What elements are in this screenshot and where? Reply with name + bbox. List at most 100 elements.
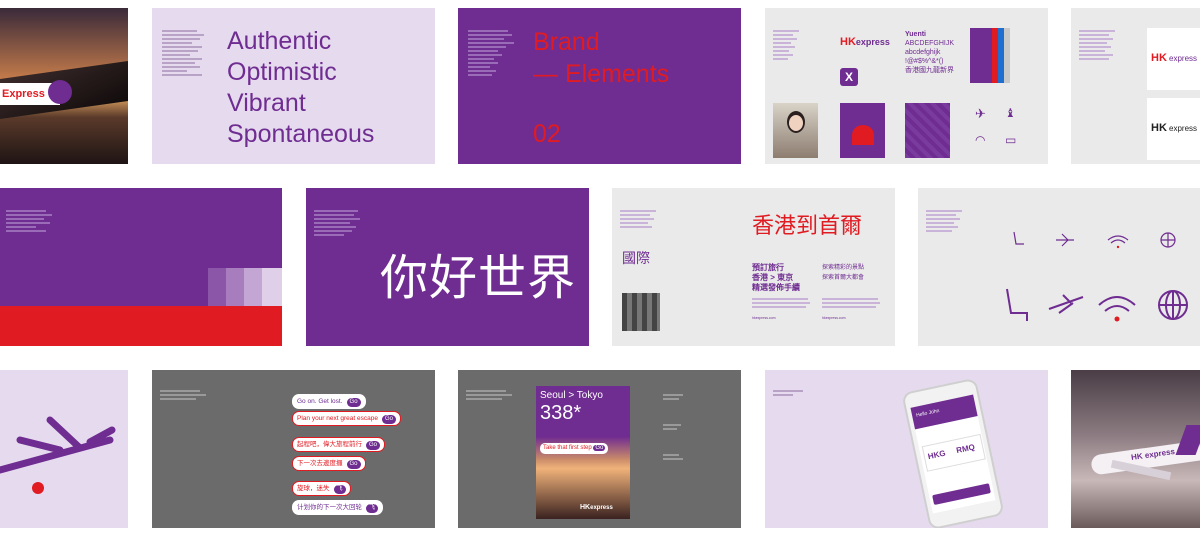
tagline-pill-3[interactable]: 起程吧，偉大旅程前行 Go	[292, 437, 386, 452]
alphabet-upper: ABCDEFGHIJK	[905, 40, 955, 47]
specimen-block-2: 探索精彩的景點 探索首爾大都會	[822, 263, 864, 283]
wifi-icon-large	[1098, 296, 1136, 322]
phone-screen: Hello John HKG RMQ	[910, 394, 996, 514]
plane-clouds-photo: HK express	[1071, 370, 1200, 528]
iconography-slide	[918, 188, 1200, 346]
bed-icon: ▭	[1005, 133, 1017, 147]
logo-slide: HK express HK express	[1071, 8, 1200, 164]
pill-4-go[interactable]: Go	[346, 460, 361, 469]
brand-overview-slide: HKexpress X Yuenti ABCDEFGHIJK abcdefghi…	[765, 8, 1048, 164]
typography-sample: Yuenti ABCDEFGHIJK abcdefghijk !@#$%^&*(…	[905, 30, 954, 75]
url-2: hkexpress.com	[822, 316, 846, 320]
red-colour-band	[0, 306, 282, 346]
logo-text	[1079, 30, 1119, 62]
specimen-headline: 香港到首爾	[752, 213, 863, 238]
palette-text	[6, 210, 56, 234]
pill-2-go[interactable]: Go	[381, 415, 396, 424]
line-3: 精選發佈手續	[752, 283, 800, 292]
tagline-pill-4[interactable]: 下一次去邊度攞 Go	[292, 456, 366, 471]
mobile-app-slide: Hello John HKG RMQ	[765, 370, 1048, 528]
toc-lines	[468, 30, 518, 78]
cjk-sample: 香港國九龍新界	[905, 67, 954, 74]
swatch-grid	[622, 293, 660, 331]
tagline-pill-2[interactable]: Plan your next great escape Go	[292, 411, 401, 426]
tagline-pill-1[interactable]: Go on. Get lost. Go	[292, 394, 366, 409]
pill-1-text: Go on. Get lost.	[297, 398, 343, 405]
pill-3-go[interactable]: Go	[366, 441, 381, 450]
overview-text	[773, 30, 803, 62]
alphabet-lower: abcdefghijk	[905, 49, 941, 56]
font-name: Yuenti	[905, 31, 927, 38]
icon-set-large	[1006, 288, 1188, 322]
tint-swatch-1	[208, 268, 226, 306]
body-text-lines	[162, 30, 207, 78]
plane-icon-small	[1056, 233, 1074, 247]
phone-mockup: Hello John HKG RMQ	[901, 377, 1005, 528]
tagline-text	[160, 390, 210, 402]
illustration-tile	[840, 103, 885, 158]
logo-express: express	[1169, 54, 1198, 63]
url-1: hkexpress.com	[752, 316, 776, 320]
logo-hk: HK	[840, 36, 856, 48]
chinese-typography-slide: 你好世界	[306, 188, 589, 346]
specimen-para-2	[822, 298, 882, 310]
plane-icon-large	[1048, 294, 1084, 314]
tagline-pill-5[interactable]: 旋球，迷失飞	[292, 481, 351, 496]
pill-4-text: 下一次去邊度攞	[297, 460, 343, 467]
to-airport: RMQ	[955, 442, 976, 456]
line-1: 預訂旅行	[752, 263, 784, 272]
poster-logo-express: express	[590, 505, 613, 511]
seat-icon-small	[1013, 231, 1024, 245]
specimen-text	[620, 210, 660, 230]
poster-slide: Seoul > Tokyo 338* Take that first step …	[458, 370, 741, 528]
poster-price: 338*	[540, 402, 582, 424]
plane-tail	[1175, 425, 1200, 455]
value-vibrant: Vibrant	[227, 89, 306, 117]
tint-swatch-2	[226, 268, 244, 306]
pill-6-text: 计划你的下一次大回轮	[297, 504, 362, 511]
brand-elements-slide: Brand — Elements 02	[458, 8, 741, 164]
poster-text	[466, 390, 516, 402]
pill-2-text: Plan your next great escape	[297, 415, 378, 422]
action-bar[interactable]	[932, 483, 991, 506]
seat-icon: ♝	[1005, 106, 1016, 120]
seat-icon-large	[1006, 288, 1028, 321]
wifi-icon-small	[1107, 235, 1129, 249]
typography-text	[314, 210, 364, 238]
pill-5-text: 旋球，迷失	[297, 485, 330, 492]
poster-logo: HKexpress	[580, 504, 613, 511]
title-line1: Brand	[533, 28, 600, 56]
poster: Seoul > Tokyo 338* Take that first step …	[536, 386, 630, 519]
brand-values-slide: Authentic Optimistic Vibrant Spontaneous	[152, 8, 435, 164]
specimen-block-1: 預訂旅行 香港 > 東京 精選發佈手續	[752, 263, 800, 293]
colour-palette-slide	[0, 188, 282, 346]
logo-panel-bottom: HK express	[1147, 98, 1200, 160]
flight-card[interactable]: HKG RMQ	[921, 433, 986, 472]
logo-panel-top: HK express	[1147, 28, 1200, 90]
pill-6-go[interactable]: 飞	[366, 504, 379, 513]
colour-swatches	[970, 28, 1010, 83]
globe-icon-small	[1160, 232, 1176, 248]
pill-5-go[interactable]: 飞	[333, 485, 346, 494]
from-airport: HKG	[927, 448, 947, 462]
tint-swatch-4	[262, 268, 282, 306]
value-optimistic: Optimistic	[227, 58, 337, 86]
poster-cta-text: Take that first step	[543, 445, 592, 451]
specimen-word: 國際	[622, 250, 650, 266]
specimen-para-1	[752, 298, 812, 310]
poster-go[interactable]: Go	[593, 445, 606, 451]
app-icon: X	[840, 68, 858, 86]
line-2: 香港 > 東京	[752, 273, 794, 282]
globe-icon-large	[1158, 290, 1188, 320]
brand-text: Express	[2, 88, 45, 100]
photo-sunset-tile: Express	[0, 8, 128, 164]
icon-set-small	[1013, 231, 1176, 249]
logo-express: express	[855, 37, 890, 47]
tagline-pill-6[interactable]: 计划你的下一次大回轮飞	[292, 500, 384, 515]
poster-cta[interactable]: Take that first step Go	[540, 443, 609, 454]
brand-circle	[48, 80, 72, 104]
pill-1-go[interactable]: Go	[346, 398, 361, 407]
wifi-icon: ◠	[975, 133, 986, 147]
symbols: !@#$%^&*()	[905, 58, 944, 65]
poster-logo-hk: HK	[580, 504, 591, 511]
